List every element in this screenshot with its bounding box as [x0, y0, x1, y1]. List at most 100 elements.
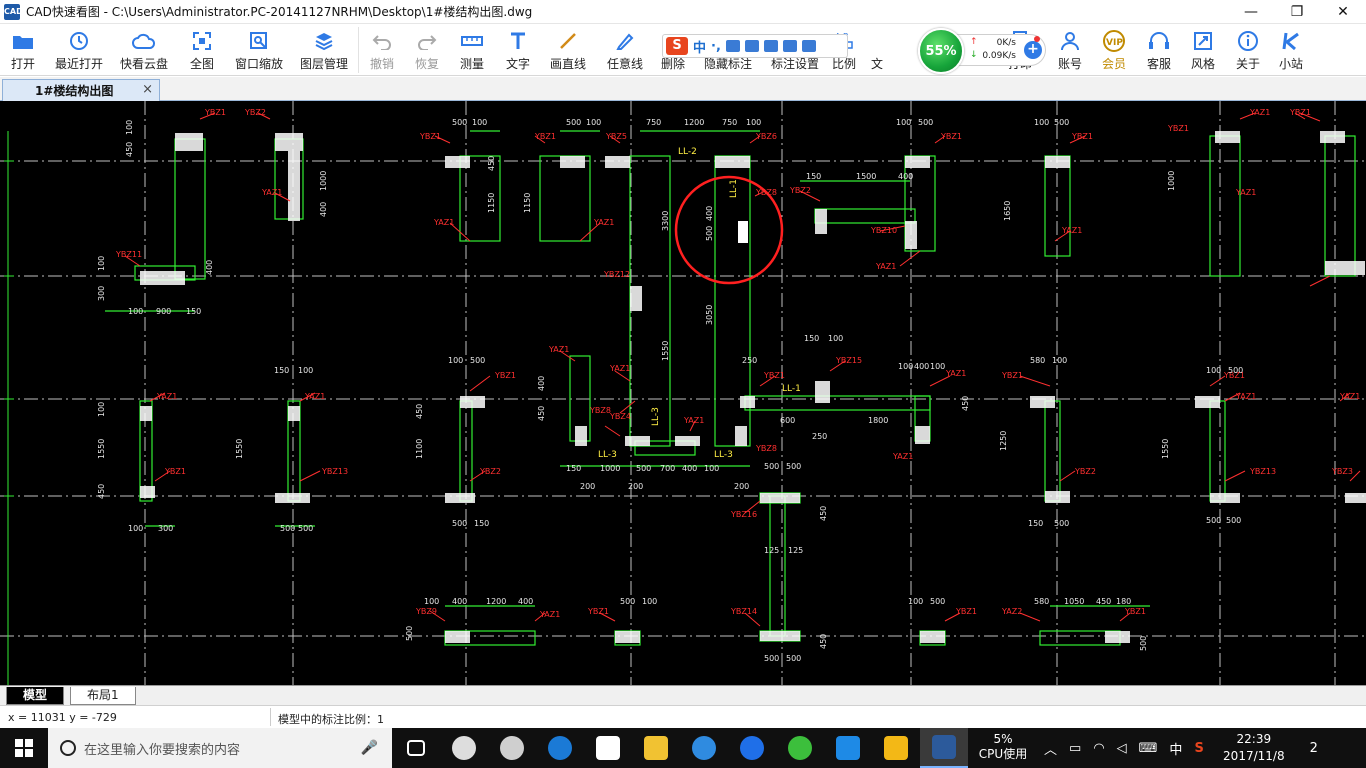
account-button[interactable]: 账号	[1049, 24, 1091, 76]
layout1-tab[interactable]: 布局1	[70, 687, 136, 705]
maximize-button[interactable]: ❐	[1274, 0, 1320, 24]
svg-text:100: 100	[472, 118, 487, 127]
partial-tool-button[interactable]: 文	[863, 24, 891, 76]
weather-app-button[interactable]	[488, 728, 536, 768]
sogou-tray-icon[interactable]: S	[1194, 741, 1203, 756]
ime-mode[interactable]: 中	[693, 37, 706, 56]
close-button[interactable]: ✕	[1320, 0, 1366, 24]
blue-app-button[interactable]	[824, 728, 872, 768]
svg-text:1200: 1200	[684, 118, 704, 127]
svg-text:1550: 1550	[235, 439, 244, 459]
battery-icon[interactable]: ▭	[1069, 741, 1081, 756]
task-view-button[interactable]	[392, 728, 440, 768]
svg-text:YBZ1: YBZ1	[763, 371, 785, 380]
svg-text:YAZ1: YAZ1	[683, 416, 704, 425]
browser-g-button[interactable]	[728, 728, 776, 768]
fan-app-button[interactable]	[440, 728, 488, 768]
clock[interactable]: 22:39 2017/11/8	[1214, 731, 1294, 765]
user-icon[interactable]	[763, 40, 778, 52]
support-button[interactable]: 客服	[1137, 24, 1181, 76]
svg-text:YBZ13: YBZ13	[321, 467, 348, 476]
keyboard-icon[interactable]	[744, 40, 759, 52]
cpu-meter[interactable]: 5% CPU使用	[968, 728, 1038, 768]
close-tab-icon[interactable]: ×	[142, 82, 153, 97]
svg-text:500: 500	[764, 462, 779, 471]
skin-icon[interactable]	[782, 40, 797, 52]
svg-text:YBZ9: YBZ9	[415, 607, 437, 616]
microphone-icon[interactable]	[725, 40, 740, 52]
microphone-icon[interactable]: 🎤	[361, 740, 378, 756]
layers-button[interactable]: 图层管理	[290, 24, 358, 76]
keyboard-icon[interactable]: ⌨	[1139, 741, 1158, 756]
undo-button[interactable]: 撤销	[359, 24, 405, 76]
freeline-button[interactable]: 任意线	[595, 24, 655, 76]
chevron-up-icon[interactable]: ︿	[1044, 739, 1057, 758]
measure-button[interactable]: 测量	[449, 24, 495, 76]
svg-text:YBZ2: YBZ2	[244, 108, 266, 117]
memory-ball[interactable]: 55%	[918, 28, 964, 74]
account-label: 账号	[1057, 57, 1082, 71]
redo-button[interactable]: 恢复	[405, 24, 449, 76]
svg-text:1200: 1200	[486, 597, 506, 606]
pen-icon	[613, 29, 637, 53]
svg-text:1650: 1650	[1003, 201, 1012, 221]
style-button[interactable]: 风格	[1181, 24, 1225, 76]
minimize-button[interactable]: —	[1228, 0, 1274, 24]
svg-text:YBZ6: YBZ6	[755, 132, 777, 141]
cad-drawing: YBZ1 YBZ2 YBZ1 YBZ1 YBZ5 YBZ6 YBZ1 YBZ1 YAZ1 Y…	[0, 101, 1366, 685]
notes-app-button[interactable]	[872, 728, 920, 768]
svg-text:YAZ1: YAZ1	[261, 188, 282, 197]
cad-app-button[interactable]	[920, 728, 968, 768]
volume-icon[interactable]: ◁	[1117, 741, 1127, 756]
cloud-button[interactable]: 快看云盘	[112, 24, 176, 76]
taskbar-search[interactable]: 在这里输入你要搜索的内容 🎤	[48, 728, 392, 768]
task-view-icon	[407, 740, 425, 756]
svg-text:YAZ2: YAZ2	[1001, 607, 1022, 616]
about-button[interactable]: 关于	[1225, 24, 1271, 76]
svg-text:1550: 1550	[97, 439, 106, 459]
vip-button[interactable]: VIP 会员	[1091, 24, 1137, 76]
recent-button[interactable]: 最近打开	[46, 24, 112, 76]
svg-text:400: 400	[319, 202, 328, 217]
vip-icon: VIP	[1102, 29, 1126, 53]
open-button[interactable]: 打开	[0, 24, 46, 76]
svg-text:YBZ1: YBZ1	[587, 607, 609, 616]
svg-text:400: 400	[537, 376, 546, 391]
window-zoom-button[interactable]: 窗口缩放	[228, 24, 290, 76]
svg-text:400: 400	[205, 260, 214, 275]
svg-text:500: 500	[1226, 516, 1241, 525]
accelerate-plus-button[interactable]: +	[1024, 41, 1042, 59]
svg-text:400: 400	[452, 597, 467, 606]
fullview-button[interactable]: 全图	[176, 24, 228, 76]
explorer-button[interactable]	[632, 728, 680, 768]
ime-punct[interactable]: ·,	[711, 39, 721, 54]
start-button[interactable]	[0, 728, 48, 768]
drawing-canvas[interactable]: YBZ1 YBZ2 YBZ1 YBZ1 YBZ5 YBZ6 YBZ1 YBZ1 YAZ1 Y…	[0, 101, 1366, 685]
history-icon	[67, 29, 91, 53]
wifi-icon[interactable]: ◠	[1093, 741, 1104, 756]
undo-icon	[370, 29, 394, 53]
svg-text:YAZ1: YAZ1	[945, 369, 966, 378]
ime-toolbar[interactable]: S 中 ·,	[662, 34, 848, 58]
green-browser-button[interactable]	[776, 728, 824, 768]
site-button[interactable]: 小站	[1271, 24, 1311, 76]
blue-app-icon	[836, 736, 860, 760]
model-tab[interactable]: 模型	[6, 687, 65, 705]
line-button[interactable]: 画直线	[541, 24, 595, 76]
text-button[interactable]: 文字	[495, 24, 541, 76]
document-tab[interactable]: 1#楼结构出图 ×	[2, 79, 160, 101]
action-center-button[interactable]: 2	[1294, 728, 1334, 768]
notification-count: 2	[1309, 740, 1318, 756]
svg-text:400: 400	[914, 362, 929, 371]
fan-app-icon	[452, 736, 476, 760]
ime-lang[interactable]: 中	[1169, 739, 1182, 758]
wrench-icon[interactable]	[801, 40, 816, 52]
svg-text:100: 100	[424, 597, 439, 606]
svg-text:LL-1: LL-1	[729, 179, 739, 198]
svg-text:500: 500	[786, 654, 801, 663]
layers-label: 图层管理	[299, 57, 348, 71]
ie-button[interactable]	[680, 728, 728, 768]
store-button[interactable]	[584, 728, 632, 768]
network-speed-widget[interactable]: 55% ↑ 0K/s ↓ 0.09K/s +	[918, 28, 1046, 74]
edge-button[interactable]	[536, 728, 584, 768]
